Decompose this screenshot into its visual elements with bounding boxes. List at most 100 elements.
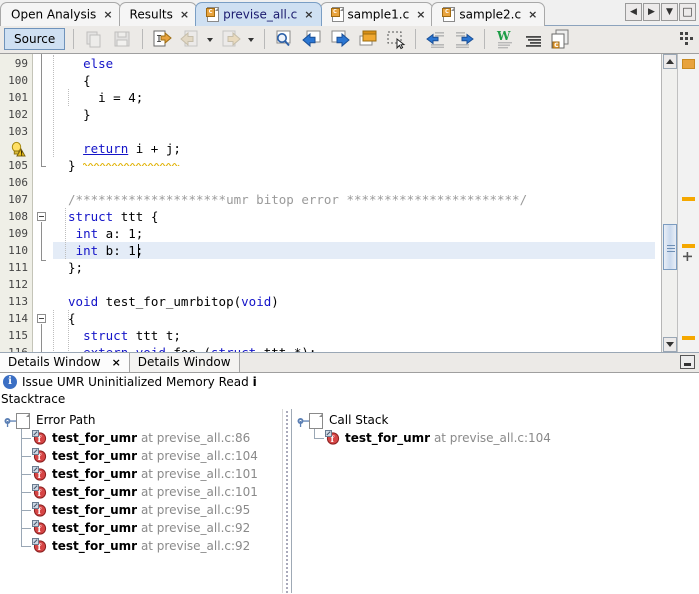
toggle-whitespace-button[interactable]: W (494, 28, 516, 50)
function-icon: f (32, 484, 47, 499)
stack-frame-text: test_for_umr at previse_all.c:101 (52, 483, 258, 501)
function-icon: f (32, 466, 47, 481)
overview-marker-cursor[interactable] (683, 250, 692, 261)
tree-root-label: Call Stack (329, 413, 389, 427)
next-annotation-button[interactable] (220, 28, 242, 50)
overview-marker-warning[interactable] (682, 336, 695, 340)
split-dot (286, 471, 288, 473)
source-button[interactable]: Source (4, 28, 66, 50)
overview-marker-warning[interactable] (682, 197, 695, 201)
tree-elbow (21, 438, 31, 439)
editor-tab-sample2-c[interactable]: Csample2.c × (431, 2, 546, 26)
split-dot (286, 451, 288, 453)
split-dot (286, 551, 288, 553)
scroll-down-arrow[interactable] (663, 337, 677, 352)
split-dot (286, 415, 288, 417)
pane-split-divider[interactable] (282, 409, 292, 593)
split-dot (286, 559, 288, 561)
line-number: 103 (8, 125, 28, 138)
minimize-details-window-button[interactable] (680, 355, 695, 369)
editor-tab-strip: Open Analysis × Results × Cprevise_all.c × Csa… (0, 0, 546, 26)
tree-elbow (314, 438, 324, 439)
toolbar-overflow-button[interactable] (679, 30, 695, 46)
previous-annotation-button[interactable] (179, 28, 201, 50)
tab-scroll-right-button[interactable]: ▶ (643, 3, 660, 21)
fold-toggle[interactable] (37, 314, 46, 323)
split-dot (286, 487, 288, 489)
stack-frame-location-text: at previse_all.c:86 (140, 431, 251, 445)
details-window-tab-1[interactable]: Details Window × (0, 353, 130, 372)
shift-left-button[interactable] (425, 28, 447, 50)
stack-frame-text: test_for_umr at previse_all.c:101 (52, 465, 258, 483)
stack-frame-location-text: at previse_all.c:92 (140, 539, 251, 553)
code-line: }; (68, 260, 84, 275)
issue-info-suffix: i (252, 375, 257, 389)
expand-handle-icon[interactable] (297, 415, 310, 427)
editor-tab-sample1-c[interactable]: Csample1.c × (319, 2, 434, 26)
copy-button[interactable] (83, 28, 105, 50)
code-text-area[interactable]: else{i = 4;} return i + j;}/*************… (53, 54, 655, 352)
line-number: 113 (8, 295, 28, 308)
code-folding-column[interactable] (33, 54, 53, 352)
editor-tab-close-icon[interactable]: × (528, 4, 537, 26)
editor-tab-close-icon[interactable]: × (304, 4, 313, 26)
line-number: 114 (8, 312, 28, 325)
editor-tab-results[interactable]: Results × (118, 2, 198, 26)
line-number: 108 (8, 210, 28, 223)
editor-tab-previse-all-c[interactable]: Cprevise_all.c × (195, 2, 322, 26)
details-window-tab-1-close-icon[interactable]: × (112, 356, 121, 369)
tree-elbow (21, 546, 31, 547)
back-button[interactable] (301, 28, 323, 50)
fold-toggle[interactable] (37, 212, 46, 221)
stack-frame-function: test_for_umr (52, 431, 138, 445)
editor-tab-open-analysis[interactable]: Open Analysis × (0, 2, 121, 26)
restore-window-button[interactable] (357, 28, 379, 50)
search-button[interactable] (273, 28, 295, 50)
next-annotation-dropdown-icon[interactable] (247, 28, 256, 50)
split-dot (286, 483, 288, 485)
tab-maximize-button[interactable]: □ (679, 3, 696, 21)
overview-ruler[interactable] (677, 54, 699, 352)
code-line: i = 4; (98, 90, 144, 105)
split-dot (286, 511, 288, 513)
overview-marker-warning[interactable] (682, 244, 695, 248)
editor-tab-bar: Open Analysis × Results × Cprevise_all.c × Csa… (0, 0, 699, 26)
split-dot (286, 563, 288, 565)
editor-tab-close-icon[interactable]: × (180, 4, 189, 26)
tab-list-dropdown-button[interactable]: ▼ (661, 3, 678, 21)
scrollbar-thumb[interactable] (663, 224, 677, 270)
code-line: { (83, 73, 91, 88)
select-region-button[interactable] (385, 28, 407, 50)
split-dot (286, 419, 288, 421)
source-editor[interactable]: 99 100 101 102 103! 105 106 107 108 109 110 111 112 1… (0, 54, 699, 353)
split-dot (286, 411, 288, 413)
scroll-up-arrow[interactable] (663, 54, 677, 69)
tree-elbow (21, 492, 31, 493)
error-path-tree[interactable]: Error Path f test_for_umr at previse_all.c… (0, 409, 282, 593)
split-dot (286, 455, 288, 457)
expand-handle-icon[interactable] (4, 415, 17, 427)
collapse-all-button[interactable] (522, 28, 544, 50)
warning-bulb-icon[interactable]: ! (10, 141, 26, 157)
details-window-tab-2[interactable]: Details Window (129, 353, 240, 372)
editor-tab-close-icon[interactable]: × (103, 4, 112, 26)
c-file-icon: C (206, 7, 220, 22)
forward-button[interactable] (329, 28, 351, 50)
previous-annotation-dropdown-icon[interactable] (206, 28, 215, 50)
split-dot (286, 583, 288, 585)
overview-marker-square[interactable] (682, 59, 695, 69)
c-file-icon: C (330, 7, 344, 22)
tab-scroll-left-button[interactable]: ◀ (625, 3, 642, 21)
line-number-gutter[interactable]: 99 100 101 102 103! 105 106 107 108 109 110 111 112 1… (0, 54, 33, 352)
editor-vertical-scrollbar[interactable] (661, 54, 677, 352)
save-button[interactable] (111, 28, 133, 50)
split-dot (286, 531, 288, 533)
shift-right-button[interactable] (453, 28, 475, 50)
line-number: 106 (8, 176, 28, 189)
editor-tab-close-icon[interactable]: × (416, 4, 425, 26)
goto-marker-button[interactable]: I (151, 28, 173, 50)
open-declaration-button[interactable]: C (549, 28, 571, 50)
call-stack-tree[interactable]: Call Stack f test_for_umr at previse_all.c… (293, 409, 699, 593)
split-dot (286, 475, 288, 477)
split-dot (286, 519, 288, 521)
